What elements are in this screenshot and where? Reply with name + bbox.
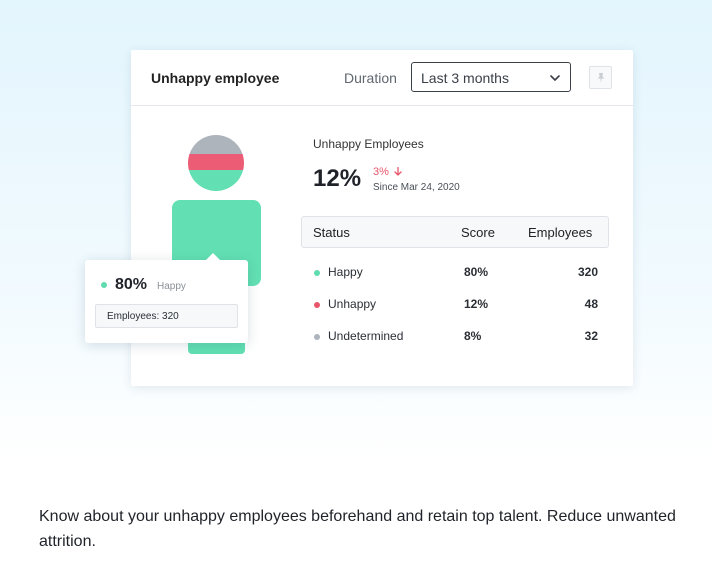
duration-selected-value: Last 3 months	[421, 70, 509, 86]
table-row: Happy 80% 320	[301, 264, 609, 284]
table-row: Unhappy 12% 48	[301, 296, 609, 316]
column-employees: Employees	[528, 225, 593, 240]
delta-indicator: 3%	[373, 166, 402, 178]
tagline: Know about your unhappy employees before…	[39, 508, 676, 550]
since-date: Since Mar 24, 2020	[373, 182, 460, 193]
row-status: Unhappy	[328, 297, 377, 311]
table-header: Status Score Employees	[301, 216, 609, 248]
status-dot	[314, 302, 320, 308]
column-score: Score	[461, 225, 495, 240]
status-dot	[314, 334, 320, 340]
row-status: Undetermined	[328, 329, 404, 343]
row-score: 80%	[464, 265, 489, 279]
chevron-down-icon	[550, 75, 560, 81]
row-employees: 32	[584, 329, 598, 343]
row-employees: 320	[577, 265, 598, 279]
duration-label: Duration	[344, 70, 397, 86]
tooltip-arrow	[205, 253, 221, 261]
arrow-down-icon	[394, 166, 402, 176]
column-status: Status	[313, 225, 350, 240]
duration-dropdown[interactable]: Last 3 months	[411, 62, 571, 92]
row-score: 12%	[464, 297, 489, 311]
row-score: 8%	[464, 329, 482, 343]
pin-icon	[597, 73, 605, 83]
delta-value: 3%	[373, 166, 389, 178]
tooltip-label: Happy	[157, 281, 186, 292]
status-dot	[314, 270, 320, 276]
tooltip-employees: Employees: 320	[107, 311, 179, 322]
table-row: Undetermined 8% 32	[301, 328, 609, 348]
stats-title: Unhappy Employees	[313, 137, 424, 151]
happy-dot	[101, 282, 107, 288]
unhappy-percent: 12%	[313, 165, 362, 192]
tooltip-employees-box: Employees: 320	[95, 304, 238, 328]
tooltip-percent: 80%	[115, 276, 148, 293]
pin-button[interactable]	[589, 66, 612, 89]
row-employees: 48	[584, 297, 598, 311]
head-figure	[188, 135, 244, 191]
happy-tooltip: 80% Happy Employees: 320	[85, 253, 248, 343]
row-status: Happy	[328, 265, 363, 279]
